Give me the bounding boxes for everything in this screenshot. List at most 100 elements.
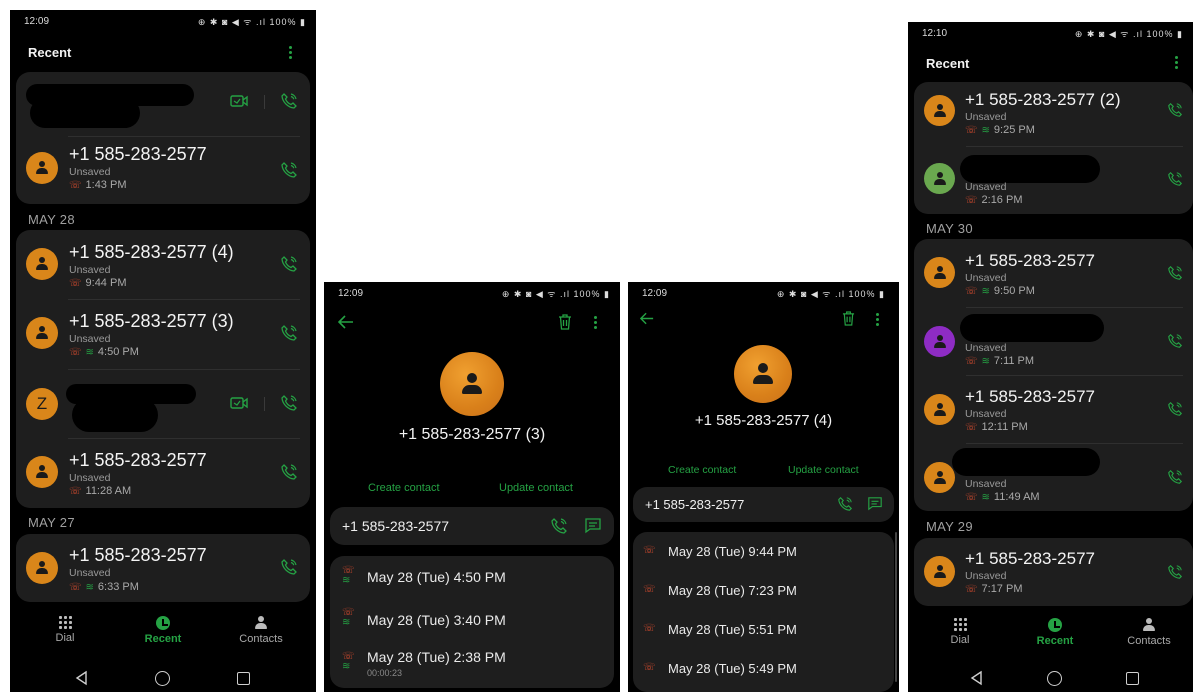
- status-icons: ⊕ ✱ ◙ ◀ ᯤ .ıl 100% ▮: [197, 17, 306, 27]
- home-nav-icon[interactable]: [1047, 671, 1062, 686]
- avatar-letter: Z: [36, 394, 48, 413]
- caller-number: +1 585-283-2577: [965, 387, 1095, 406]
- call-log-row[interactable]: Unsaved ☏ ≋ 7:11 PM: [914, 308, 1193, 375]
- update-contact-button[interactable]: Update contact: [499, 482, 573, 494]
- redacted-contact: [960, 314, 1104, 342]
- back-nav-icon[interactable]: [74, 670, 90, 686]
- avatar: [26, 248, 58, 280]
- call-history-datetime: May 28 (Tue) 2:38 PM: [367, 649, 506, 665]
- clock-icon: [156, 616, 170, 630]
- call-icon[interactable]: [1167, 102, 1183, 118]
- call-log-row[interactable]: [16, 72, 310, 136]
- call-history-item: ☏ ≋ May 28 (Tue) 2:38 PM 00:00:23: [330, 644, 614, 688]
- missed-call-icon: ☏: [643, 545, 656, 556]
- more-options-icon[interactable]: [289, 46, 293, 61]
- contacts-icon: [1142, 618, 1156, 632]
- avatar: [924, 462, 955, 493]
- contacts-icon: [254, 616, 268, 630]
- avatar: [924, 394, 955, 425]
- call-history-datetime: May 28 (Tue) 4:50 PM: [367, 569, 506, 585]
- call-icon[interactable]: [280, 394, 298, 412]
- tab-dial[interactable]: Dial: [925, 618, 995, 646]
- tab-dial[interactable]: Dial: [30, 616, 100, 644]
- caller-number: +1 585-283-2577: [69, 450, 207, 470]
- back-arrow-icon[interactable]: [640, 312, 654, 325]
- recents-nav-icon[interactable]: [1126, 672, 1139, 685]
- call-log-row[interactable]: Unsaved ☏ 2:16 PM: [914, 147, 1193, 213]
- wifi-call-icon: ≋: [981, 286, 990, 297]
- phone-recent-list-1: 12:09 ⊕ ✱ ◙ ◀ ᯤ .ıl 100% ▮ Recent +1 585…: [10, 10, 316, 692]
- home-nav-icon[interactable]: [155, 671, 170, 686]
- call-history-list: ☏ May 28 (Tue) 9:44 PM ☏ May 28 (Tue) 7:…: [633, 532, 894, 692]
- call-icon[interactable]: [280, 558, 298, 576]
- caller-status: Unsaved: [965, 181, 1007, 193]
- video-call-icon[interactable]: [230, 94, 248, 108]
- call-icon[interactable]: [1167, 333, 1183, 349]
- missed-call-icon: ☏: [643, 584, 656, 595]
- create-contact-button[interactable]: Create contact: [668, 464, 736, 476]
- more-options-icon[interactable]: [594, 316, 598, 331]
- more-options-icon[interactable]: [1175, 56, 1179, 71]
- call-icon[interactable]: [280, 255, 298, 273]
- call-icon[interactable]: [837, 496, 853, 512]
- message-icon[interactable]: [867, 496, 883, 511]
- wifi-call-icon: ≋: [981, 356, 990, 367]
- call-log-row[interactable]: Unsaved ☏ ≋ 11:49 AM: [914, 444, 1193, 511]
- person-icon: [933, 171, 947, 186]
- call-icon[interactable]: [1167, 171, 1183, 187]
- call-icon[interactable]: [280, 92, 298, 110]
- caller-status: Unsaved: [965, 408, 1007, 420]
- more-options-icon[interactable]: [876, 313, 880, 328]
- tab-contacts[interactable]: Contacts: [226, 616, 296, 645]
- status-time: 12:09: [338, 288, 364, 299]
- call-icon[interactable]: [280, 463, 298, 481]
- call-icon[interactable]: [550, 517, 568, 535]
- missed-call-icon: ☏: [965, 584, 978, 595]
- person-icon: [35, 561, 49, 575]
- call-icon[interactable]: [1167, 564, 1183, 580]
- call-log-row[interactable]: +1 585-283-2577 Unsaved ☏ 7:17 PM: [914, 538, 1193, 606]
- call-log-card: +1 585-283-2577 Unsaved ☏ ≋ 9:50 PM Unsave…: [914, 239, 1193, 511]
- call-icon[interactable]: [1167, 469, 1183, 485]
- person-icon: [35, 161, 49, 175]
- phone-number: +1 585-283-2577: [342, 518, 450, 534]
- create-contact-button[interactable]: Create contact: [368, 482, 440, 494]
- call-history-datetime: May 28 (Tue) 7:23 PM: [668, 583, 797, 598]
- tab-contacts[interactable]: Contacts: [1114, 618, 1184, 647]
- call-log-row[interactable]: +1 585-283-2577 Unsaved ☏ 1:43 PM: [16, 137, 310, 203]
- tab-recent[interactable]: Recent: [128, 616, 198, 645]
- call-log-row[interactable]: +1 585-283-2577 Unsaved ☏ 11:28 AM: [16, 439, 310, 508]
- call-log-row[interactable]: +1 585-283-2577 (2) Unsaved ☏ ≋ 9:25 PM: [914, 82, 1193, 146]
- call-icon[interactable]: [1167, 265, 1183, 281]
- call-history-item: ☏ ≋ May 28 (Tue) 4:50 PM: [330, 556, 614, 600]
- person-icon: [35, 465, 49, 479]
- call-time: ☏ 2:16 PM: [965, 194, 1023, 206]
- call-log-row[interactable]: +1 585-283-2577 (3) Unsaved ☏ ≋ 4:50 PM: [16, 300, 310, 369]
- missed-call-icon: ☏: [69, 278, 82, 289]
- status-bar: 12:09 ⊕ ✱ ◙ ◀ ᯤ .ıl 100% ▮: [628, 282, 899, 304]
- caller-status: Unsaved: [69, 472, 111, 484]
- back-arrow-icon[interactable]: [338, 315, 354, 329]
- video-call-icon[interactable]: [230, 396, 248, 410]
- contact-avatar: [440, 352, 504, 416]
- call-log-row[interactable]: +1 585-283-2577 Unsaved ☏ ≋ 6:33 PM: [16, 534, 310, 602]
- update-contact-button[interactable]: Update contact: [788, 464, 859, 476]
- delete-icon[interactable]: [842, 311, 855, 326]
- call-time: ☏ ≋ 6:33 PM: [69, 581, 139, 593]
- message-icon[interactable]: [584, 517, 602, 534]
- tab-recent[interactable]: Recent: [1020, 618, 1090, 647]
- call-log-row[interactable]: +1 585-283-2577 (4) Unsaved ☏ 9:44 PM: [16, 230, 310, 299]
- scrollbar[interactable]: [895, 532, 897, 682]
- delete-icon[interactable]: [558, 314, 572, 330]
- person-icon: [933, 103, 947, 118]
- date-header: MAY 30: [926, 221, 973, 236]
- recents-nav-icon[interactable]: [237, 672, 250, 685]
- call-icon[interactable]: [280, 324, 298, 342]
- call-log-row[interactable]: Z: [16, 370, 310, 438]
- call-icon[interactable]: [280, 161, 298, 179]
- back-nav-icon[interactable]: [969, 670, 985, 686]
- call-log-row[interactable]: +1 585-283-2577 Unsaved ☏ 12:11 PM: [914, 376, 1193, 443]
- call-log-row[interactable]: +1 585-283-2577 Unsaved ☏ ≋ 9:50 PM: [914, 239, 1193, 307]
- bottom-nav: Dial Recent Contacts: [10, 614, 316, 660]
- call-icon[interactable]: [1167, 401, 1183, 417]
